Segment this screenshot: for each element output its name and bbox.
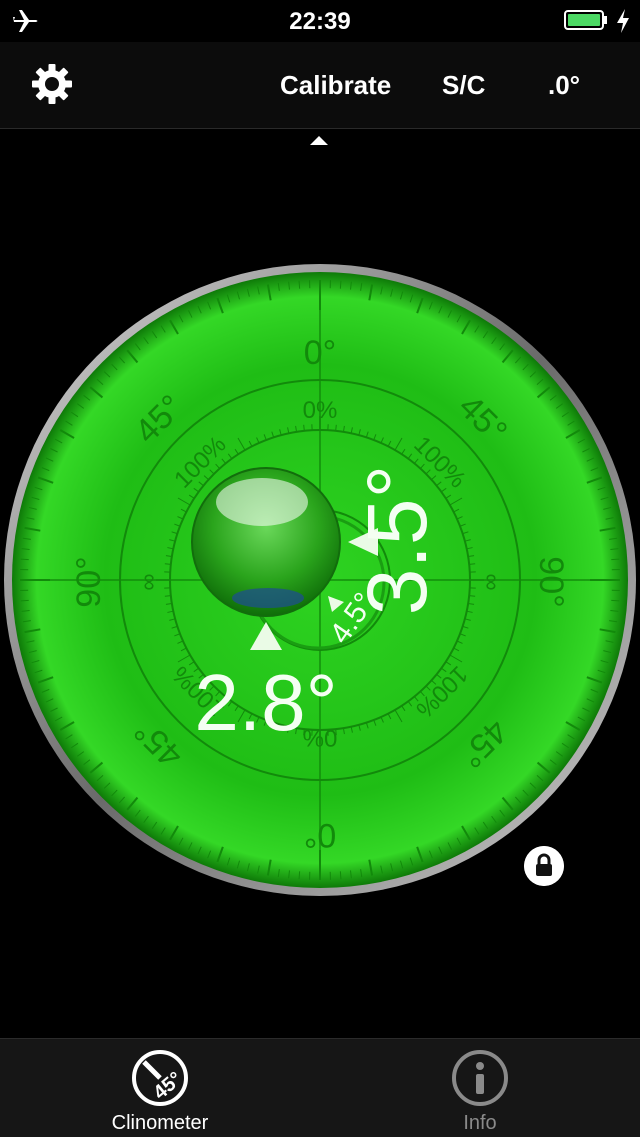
inner-top-label: 0% <box>303 397 338 424</box>
precision-button[interactable]: .0° <box>548 70 580 101</box>
settings-gear-icon[interactable] <box>30 62 74 106</box>
status-time: 22:39 <box>0 8 640 36</box>
charging-icon <box>614 8 632 34</box>
status-bar: 22:39 <box>0 0 640 42</box>
scale-left-label: 90° <box>70 556 108 607</box>
scale-top-label: 0° <box>304 334 337 372</box>
battery-icon <box>564 10 608 30</box>
tab-clinometer-label: Clinometer <box>0 1112 320 1135</box>
infinity-left: ∞ <box>135 573 162 590</box>
infinity-right: ∞ <box>478 573 505 590</box>
calibrate-button[interactable]: Calibrate <box>280 70 391 101</box>
clinometer-icon: 45° <box>130 1048 190 1108</box>
tab-clinometer[interactable]: 45° Clinometer <box>0 1038 320 1136</box>
info-icon <box>450 1048 510 1108</box>
bubble-level: 0° 0° 90° 90° 45° 45° 45° 45° 0% 0% 100%… <box>0 260 640 900</box>
lock-icon[interactable] <box>524 846 564 886</box>
tab-info[interactable]: Info <box>320 1038 640 1136</box>
y-angle-value: 3.5° <box>350 465 444 615</box>
sc-button[interactable]: S/C <box>442 70 485 101</box>
scale-right-label: 90° <box>532 556 570 607</box>
tab-info-label: Info <box>320 1112 640 1135</box>
x-angle-value: 2.8° <box>194 658 337 747</box>
level-bubble <box>192 468 340 616</box>
scale-bottom-label: 0° <box>304 816 337 854</box>
dropdown-caret-icon <box>310 136 328 145</box>
